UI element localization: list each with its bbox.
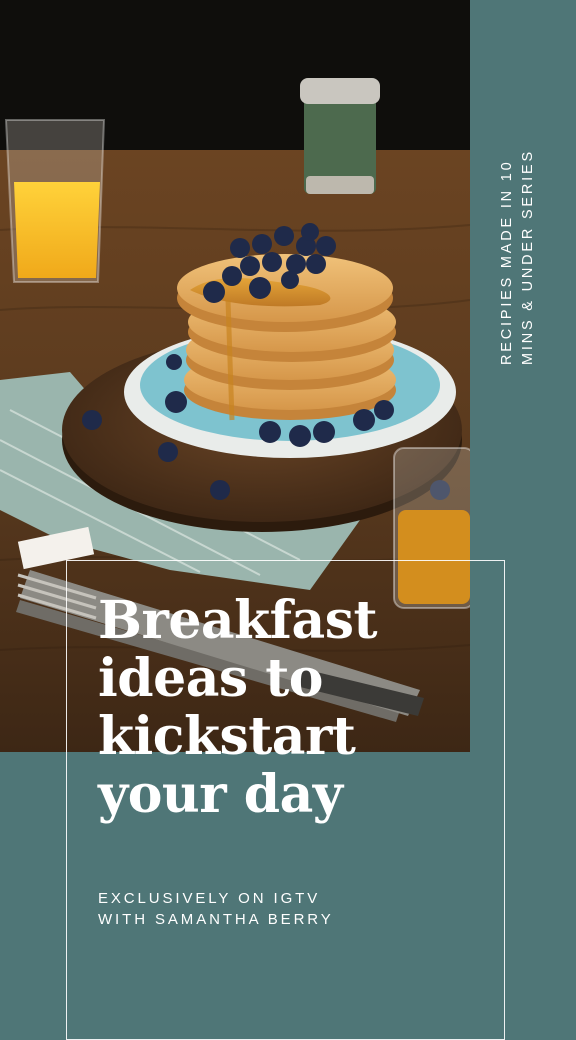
story-page: RECIPIES MADE IN 10 MINS & UNDER SERIES … <box>0 0 576 1040</box>
subline: EXCLUSIVELY ON IGTV WITH SAMANTHA BERRY <box>98 888 458 930</box>
headline-line-1: Breakfast <box>98 590 378 651</box>
series-line-1: RECIPIES MADE IN 10 <box>499 159 515 366</box>
subline-line-1: EXCLUSIVELY ON IGTV <box>98 890 321 907</box>
juice-glass <box>4 119 106 283</box>
headline-line-3: kickstart <box>98 706 356 767</box>
headline-line-4: your day <box>98 764 343 825</box>
series-line-2: MINS & UNDER SERIES <box>520 149 536 365</box>
headline: Breakfast ideas to kickstart your day <box>98 592 468 824</box>
series-label: RECIPIES MADE IN 10 MINS & UNDER SERIES <box>497 95 539 365</box>
subline-line-2: WITH SAMANTHA BERRY <box>98 911 334 928</box>
headline-line-2: ideas to <box>98 648 323 709</box>
coffee-cup <box>300 78 380 194</box>
